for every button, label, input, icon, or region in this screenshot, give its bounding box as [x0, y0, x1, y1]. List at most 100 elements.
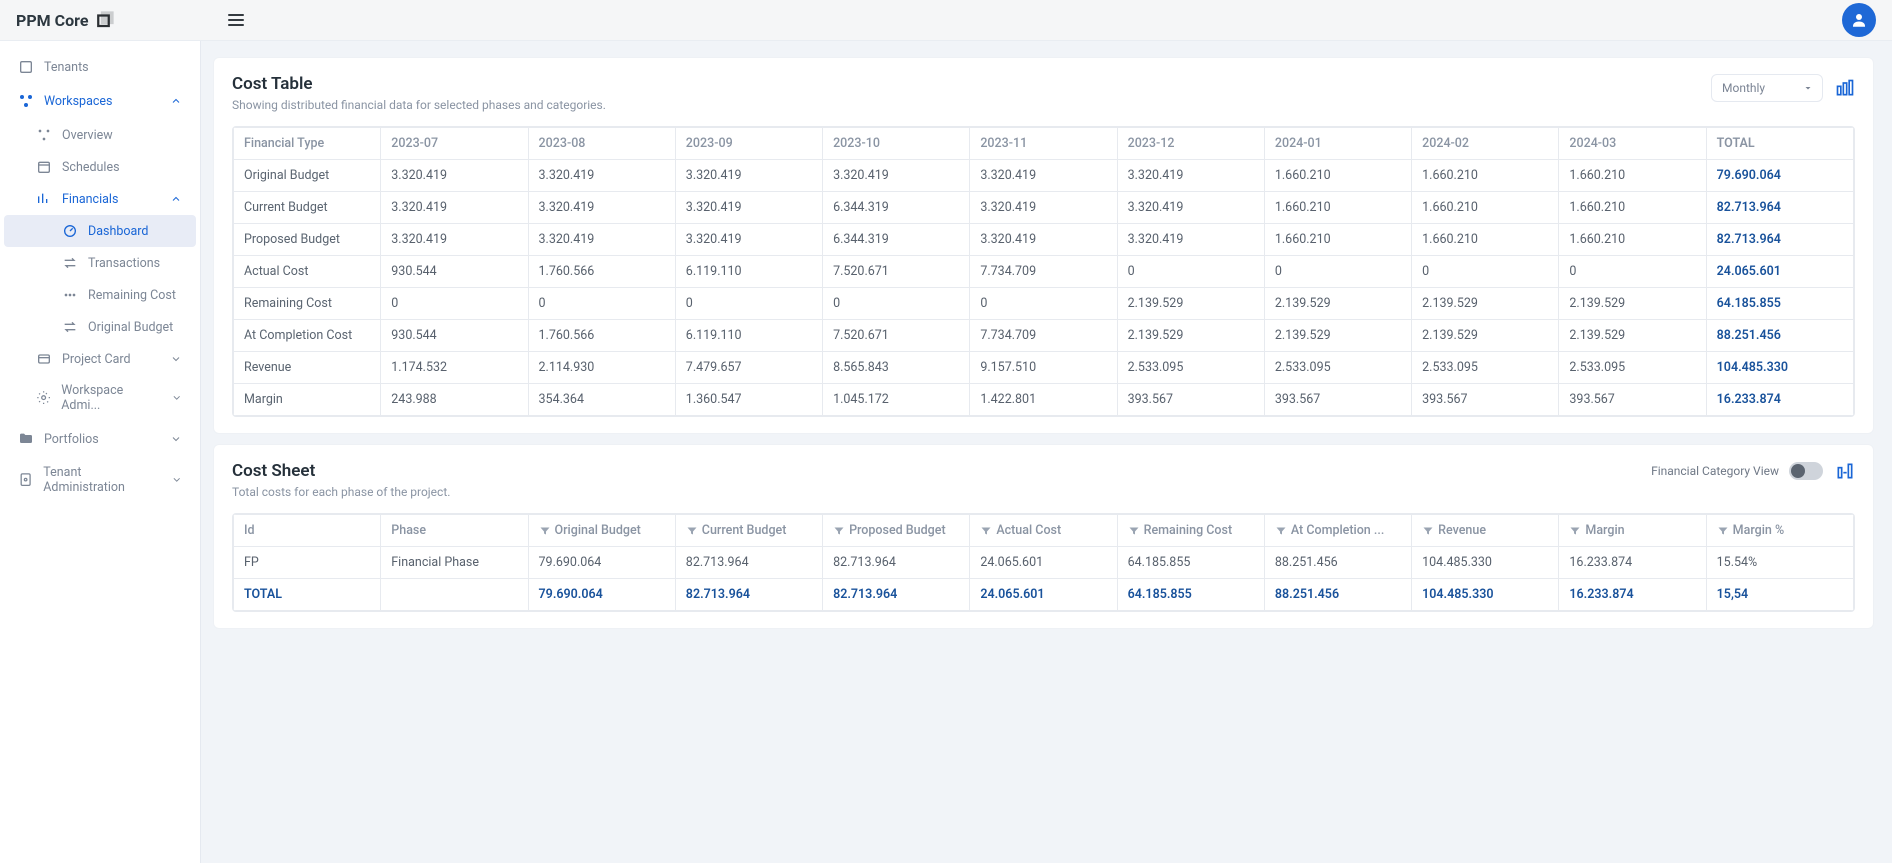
cell: 2.114.930 — [528, 352, 675, 384]
table-row: Margin243.988354.3641.360.5471.045.1721.… — [234, 384, 1854, 416]
user-avatar[interactable] — [1842, 3, 1876, 37]
tenant-admin-icon — [18, 472, 33, 488]
row-label: Proposed Budget — [234, 224, 381, 256]
cost-sheet-col[interactable]: Phase — [381, 515, 528, 547]
schedules-icon — [36, 159, 52, 175]
sidebar-item-overview[interactable]: Overview — [4, 119, 196, 151]
chevron-down-icon — [170, 433, 182, 445]
cell: 79.690.064 — [528, 547, 675, 579]
cell: 8.565.843 — [823, 352, 970, 384]
sidebar-item-schedules[interactable]: Schedules — [4, 151, 196, 183]
cost-sheet-col[interactable]: Margin % — [1706, 515, 1853, 547]
cell: 2.139.529 — [1264, 288, 1411, 320]
tenants-icon — [18, 59, 34, 75]
cost-sheet-col[interactable]: Actual Cost — [970, 515, 1117, 547]
cell: 3.320.419 — [675, 224, 822, 256]
cost-sheet-col[interactable]: Proposed Budget — [823, 515, 970, 547]
cost-sheet-title: Cost Sheet — [232, 461, 450, 481]
cost-table-col: 2023-11 — [970, 128, 1117, 160]
sidebar-item-label: Overview — [62, 128, 113, 143]
sidebar-item-label: Workspaces — [44, 94, 113, 109]
cell: 2.139.529 — [1264, 320, 1411, 352]
cell: 1.660.210 — [1559, 192, 1706, 224]
cost-table-col: 2023-07 — [381, 128, 528, 160]
cell: 3.320.419 — [970, 224, 1117, 256]
cost-sheet-col[interactable]: Revenue — [1412, 515, 1559, 547]
period-select[interactable]: Monthly — [1711, 74, 1823, 102]
sidebar-item-label: Financials — [62, 192, 118, 207]
cell: FP — [234, 547, 381, 579]
cell: 104.485.330 — [1412, 547, 1559, 579]
cost-sheet-scroll[interactable]: IdPhaseOriginal BudgetCurrent BudgetProp… — [232, 513, 1855, 612]
row-total: 24.065.601 — [1706, 256, 1853, 288]
total-row: TOTAL79.690.06482.713.96482.713.96424.06… — [234, 579, 1854, 611]
cell: 1.660.210 — [1559, 224, 1706, 256]
sidebar-item-original-budget[interactable]: Original Budget — [4, 311, 196, 343]
cell: 15,54 — [1706, 579, 1853, 611]
row-total: 88.251.456 — [1706, 320, 1853, 352]
chevron-down-icon — [171, 392, 182, 404]
cell: 7.520.671 — [823, 320, 970, 352]
cell: 7.734.709 — [970, 320, 1117, 352]
cell: 1.360.547 — [675, 384, 822, 416]
financial-category-toggle[interactable] — [1789, 462, 1823, 480]
cell: 393.567 — [1117, 384, 1264, 416]
cell: Financial Phase — [381, 547, 528, 579]
cell: 7.734.709 — [970, 256, 1117, 288]
cell: 1.660.210 — [1264, 224, 1411, 256]
cell: 9.157.510 — [970, 352, 1117, 384]
workspaces-icon — [18, 93, 34, 109]
sidebar-item-financials[interactable]: Financials — [4, 183, 196, 215]
cell: 930.544 — [381, 320, 528, 352]
cell: 3.320.419 — [528, 160, 675, 192]
cell: 930.544 — [381, 256, 528, 288]
cell: 15.54% — [1706, 547, 1853, 579]
sidebar-item-workspaces[interactable]: Workspaces — [4, 85, 196, 117]
cost-sheet-col[interactable]: Id — [234, 515, 381, 547]
table-row: At Completion Cost930.5441.760.5666.119.… — [234, 320, 1854, 352]
cell: 3.320.419 — [1117, 160, 1264, 192]
topbar: PPM Core — [0, 0, 1892, 41]
cost-sheet-col[interactable]: Original Budget — [528, 515, 675, 547]
cell: 243.988 — [381, 384, 528, 416]
cell: 3.320.419 — [1117, 192, 1264, 224]
cell: 79.690.064 — [528, 579, 675, 611]
menu-toggle-button[interactable] — [224, 8, 248, 32]
sidebar-item-workspace-admin[interactable]: Workspace Admi... — [4, 375, 196, 421]
period-select-value: Monthly — [1722, 81, 1765, 95]
brand-name: PPM Core — [16, 11, 88, 30]
sidebar-item-transactions[interactable]: Transactions — [4, 247, 196, 279]
sidebar-item-project-card[interactable]: Project Card — [4, 343, 196, 375]
remaining-cost-icon — [62, 287, 78, 303]
cell: 88.251.456 — [1264, 547, 1411, 579]
row-label: Current Budget — [234, 192, 381, 224]
row-label: Revenue — [234, 352, 381, 384]
cell: 2.533.095 — [1559, 352, 1706, 384]
cost-sheet-col[interactable]: Margin — [1559, 515, 1706, 547]
cell: 82.713.964 — [823, 579, 970, 611]
toggle-label: Financial Category View — [1651, 464, 1779, 478]
sidebar-item-portfolios[interactable]: Portfolios — [4, 423, 196, 455]
sidebar-item-dashboard[interactable]: Dashboard — [4, 215, 196, 247]
cell: 24.065.601 — [970, 579, 1117, 611]
row-label: Original Budget — [234, 160, 381, 192]
cost-sheet-col[interactable]: At Completion ... — [1264, 515, 1411, 547]
cost-table-col-financial-type: Financial Type — [234, 128, 381, 160]
cell: 2.139.529 — [1117, 288, 1264, 320]
sidebar-item-remaining-cost[interactable]: Remaining Cost — [4, 279, 196, 311]
chart-view-icon[interactable] — [1835, 78, 1855, 98]
cost-sheet-col[interactable]: Current Budget — [675, 515, 822, 547]
cost-table-col: 2024-02 — [1412, 128, 1559, 160]
cell: 3.320.419 — [675, 192, 822, 224]
sidebar-item-tenants[interactable]: Tenants — [4, 51, 196, 83]
cell: 0 — [1264, 256, 1411, 288]
table-row: FPFinancial Phase79.690.06482.713.96482.… — [234, 547, 1854, 579]
cost-table-scroll[interactable]: Financial Type2023-072023-082023-092023-… — [232, 126, 1855, 417]
sidebar-item-tenant-administration[interactable]: Tenant Administration — [4, 457, 196, 503]
row-total: 64.185.855 — [1706, 288, 1853, 320]
row-label: Actual Cost — [234, 256, 381, 288]
cost-sheet-col[interactable]: Remaining Cost — [1117, 515, 1264, 547]
brand-logo-icon — [96, 11, 114, 29]
compare-icon[interactable] — [1835, 461, 1855, 481]
sidebar-item-label: Remaining Cost — [88, 288, 176, 303]
